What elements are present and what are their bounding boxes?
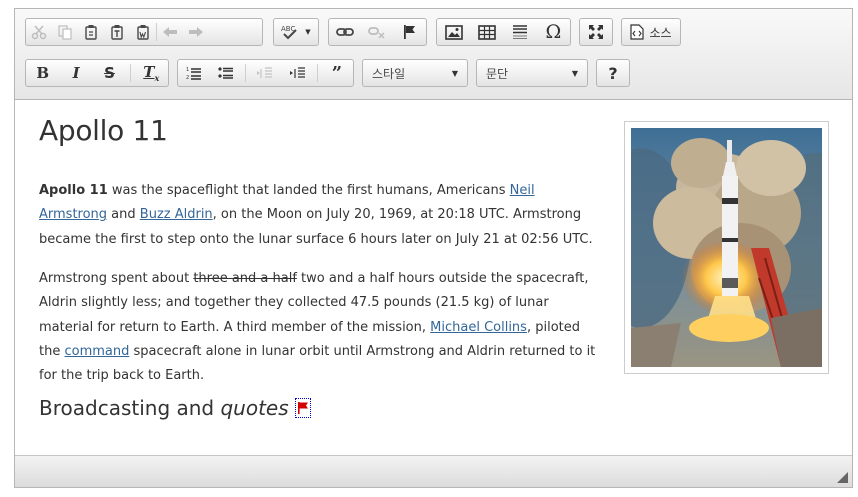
paste-text-button[interactable] [104,19,130,45]
format-select-label: 문단 [486,66,509,81]
editor-statusbar [15,455,852,487]
paragraph-eva: Armstrong spent about three and a half t… [39,267,605,388]
quote-icon: ” [331,62,343,84]
blockquote-button[interactable]: ” [324,60,350,86]
strikethrough-icon: S [104,64,115,82]
omega-icon: Ω [545,21,562,43]
text-run: was the spaceflight that landed the firs… [107,183,510,198]
editor-toolbar: ABC ▼ Ω 소스 B I S Tx 1 2 ” 스타일 ▼ 문단 ▼ ? [15,9,852,100]
copy-button[interactable] [52,19,78,45]
outdent-button[interactable] [252,60,278,86]
resize-handle[interactable] [837,472,848,483]
text-run: Armstrong spent about [39,271,194,286]
remove-format-icon: Tx [143,63,160,83]
paste-text-icon [111,25,123,40]
paste-from-word-button[interactable] [130,19,156,45]
bold-icon: B [36,64,50,82]
outdent-icon [257,67,273,78]
image-icon [444,24,463,40]
maximize-icon [589,25,603,39]
paste-icon [85,25,97,40]
table-button[interactable] [474,19,500,45]
style-select-label: 스타일 [372,66,406,81]
spellcheck-icon: ABC [281,25,298,40]
saturn-v-launch-image [631,128,822,367]
link-command[interactable]: command [64,344,129,359]
toolbar-group-basicstyles: B I S Tx [25,59,169,87]
table-icon [478,24,496,40]
chevron-down-icon: ▼ [571,68,578,78]
source-button[interactable]: 소스 [621,18,681,46]
toolbar-group-links [328,18,427,46]
paste-button[interactable] [78,19,104,45]
link-button[interactable] [332,19,358,45]
anchor-marker[interactable] [294,397,311,418]
undo-button[interactable] [157,19,183,45]
help-button[interactable]: ? [596,59,630,87]
intro-bold: Apollo 11 [39,183,108,198]
link-michael-collins[interactable]: Michael Collins [430,320,527,335]
toolbar-group-insert: Ω [436,18,571,46]
redo-icon [189,27,203,37]
bold-button[interactable]: B [30,60,56,86]
chevron-down-icon: ▼ [305,28,311,36]
cut-button[interactable] [26,19,52,45]
help-icon: ? [608,63,618,83]
strike-button[interactable]: S [96,60,122,86]
source-icon [630,24,645,40]
rocket-launch-picture [631,128,822,367]
numbered-list-icon: 12 [186,67,202,80]
unlink-button[interactable] [364,19,390,45]
format-select[interactable]: 문단 ▼ [476,59,588,87]
toolbar-separator [129,64,131,82]
redo-button[interactable] [183,19,209,45]
paste-from-word-icon [137,25,149,40]
toolbar-group-clipboard [25,18,263,46]
italic-icon: I [72,64,80,82]
struck-text: three and a half [193,271,297,286]
paragraph-intro: Apollo 11 was the spaceflight that lande… [39,179,605,252]
copy-icon [58,25,72,40]
chevron-down-icon: ▼ [451,68,458,78]
unlink-icon [368,27,386,39]
maximize-button[interactable] [579,18,613,46]
link-icon [336,28,355,36]
link-buzz-aldrin[interactable]: Buzz Aldrin [140,207,213,222]
rich-text-editor: ABC ▼ Ω 소스 B I S Tx 1 2 ” 스타일 ▼ 문단 ▼ ? A… [14,8,853,488]
source-label: 소스 [649,25,672,40]
numbered-list-button[interactable]: 12 [181,60,207,86]
toolbar-separator [316,64,318,82]
indent-icon [289,67,305,78]
svg-text:1: 1 [186,67,189,73]
toolbar-group-paragraph: 12 ” [177,59,354,87]
style-select[interactable]: 스타일 ▼ [362,59,468,87]
heading-text: Broadcasting and [39,396,221,420]
flag-icon [403,25,415,39]
image-frame[interactable] [624,121,829,374]
editor-content[interactable]: Apollo 11 Apollo 11 was the spaceflight … [15,100,852,457]
bulleted-list-icon [218,67,234,79]
italic-button[interactable]: I [63,60,89,86]
section-heading: Broadcasting and quotes [39,396,311,420]
indent-button[interactable] [285,60,311,86]
special-char-button[interactable]: Ω [540,19,566,45]
heading-italic-text: quotes [220,396,289,420]
anchor-button[interactable] [397,19,423,45]
image-button[interactable] [441,19,467,45]
horizontal-rule-icon [513,25,528,39]
bulleted-list-button[interactable] [213,60,239,86]
cut-icon [31,25,47,40]
red-flag-icon [297,401,308,414]
text-run: and [107,207,140,223]
horizontal-rule-button[interactable] [507,19,533,45]
svg-text:2: 2 [186,75,189,80]
spellcheck-button[interactable]: ABC ▼ [273,18,319,46]
undo-icon [163,27,177,37]
toolbar-separator [245,64,247,82]
article-title: Apollo 11 [39,114,168,147]
remove-format-button[interactable]: Tx [138,60,164,86]
